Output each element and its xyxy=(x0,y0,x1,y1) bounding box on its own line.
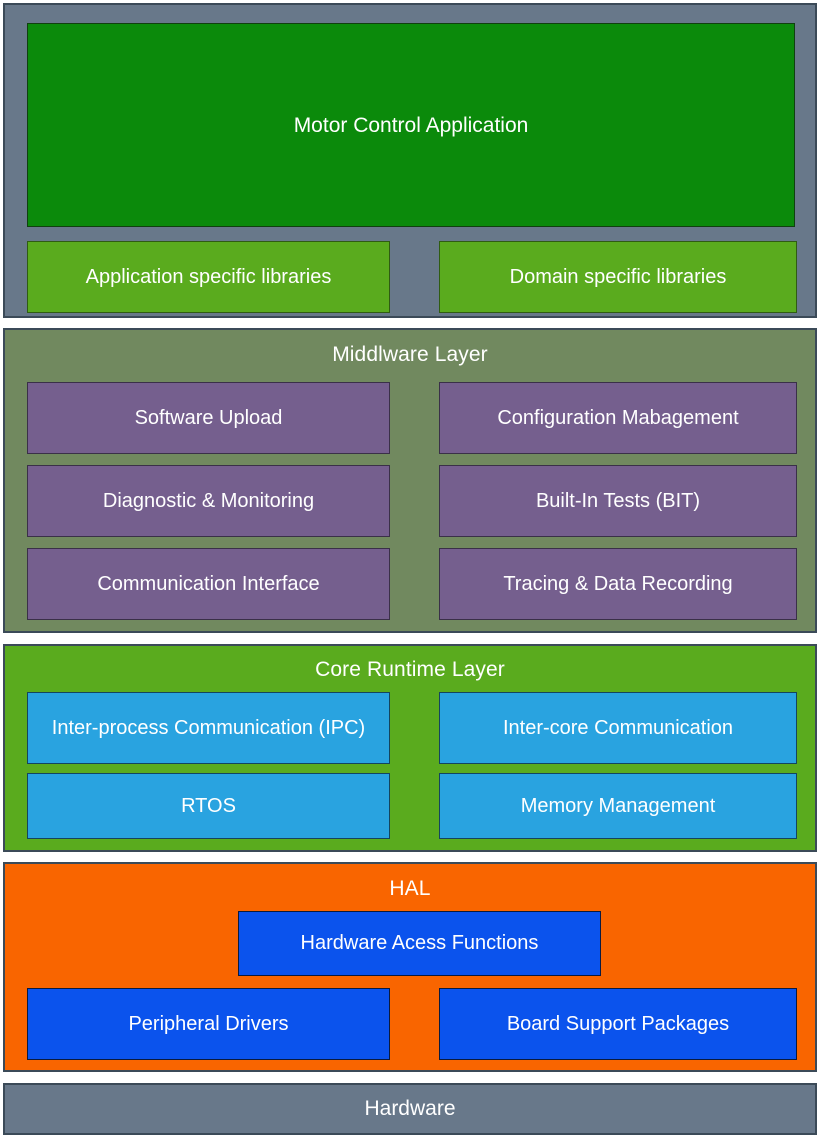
layer-hardware-title: Hardware xyxy=(364,1097,456,1120)
block-software-upload[interactable]: Software Upload xyxy=(27,382,390,454)
block-communication-interface[interactable]: Communication Interface xyxy=(27,548,390,620)
block-diagnostic-and-monitoring[interactable]: Diagnostic & Monitoring xyxy=(27,465,390,537)
layer-hal-title: HAL xyxy=(389,877,431,900)
block-domain-specific-libraries[interactable]: Domain specific libraries xyxy=(439,241,797,313)
block-configuration-management[interactable]: Configuration Mabagement xyxy=(439,382,797,454)
architecture-diagram: Motor Control Application Application sp… xyxy=(0,0,820,1138)
block-tracing-and-data-recording[interactable]: Tracing & Data Recording xyxy=(439,548,797,620)
layer-hal: HAL Hardware Acess Functions Peripheral … xyxy=(3,862,817,1072)
layer-hardware: Hardware xyxy=(3,1083,817,1135)
block-memory-management[interactable]: Memory Management xyxy=(439,773,797,839)
layer-core-runtime: Core Runtime Layer Inter-process Communi… xyxy=(3,644,817,852)
block-inter-core-communication[interactable]: Inter-core Communication xyxy=(439,692,797,764)
block-application-specific-libraries[interactable]: Application specific libraries xyxy=(27,241,390,313)
layer-middleware: Middlware Layer Software Upload Configur… xyxy=(3,328,817,633)
layer-core-runtime-title: Core Runtime Layer xyxy=(315,658,505,681)
block-motor-control-application[interactable]: Motor Control Application xyxy=(27,23,795,227)
block-board-support-packages[interactable]: Board Support Packages xyxy=(439,988,797,1060)
block-inter-process-communication[interactable]: Inter-process Communication (IPC) xyxy=(27,692,390,764)
block-peripheral-drivers[interactable]: Peripheral Drivers xyxy=(27,988,390,1060)
block-rtos[interactable]: RTOS xyxy=(27,773,390,839)
block-hardware-access-functions[interactable]: Hardware Acess Functions xyxy=(238,911,601,976)
block-built-in-tests[interactable]: Built-In Tests (BIT) xyxy=(439,465,797,537)
layer-middleware-title: Middlware Layer xyxy=(332,343,488,366)
layer-application: Motor Control Application Application sp… xyxy=(3,3,817,318)
